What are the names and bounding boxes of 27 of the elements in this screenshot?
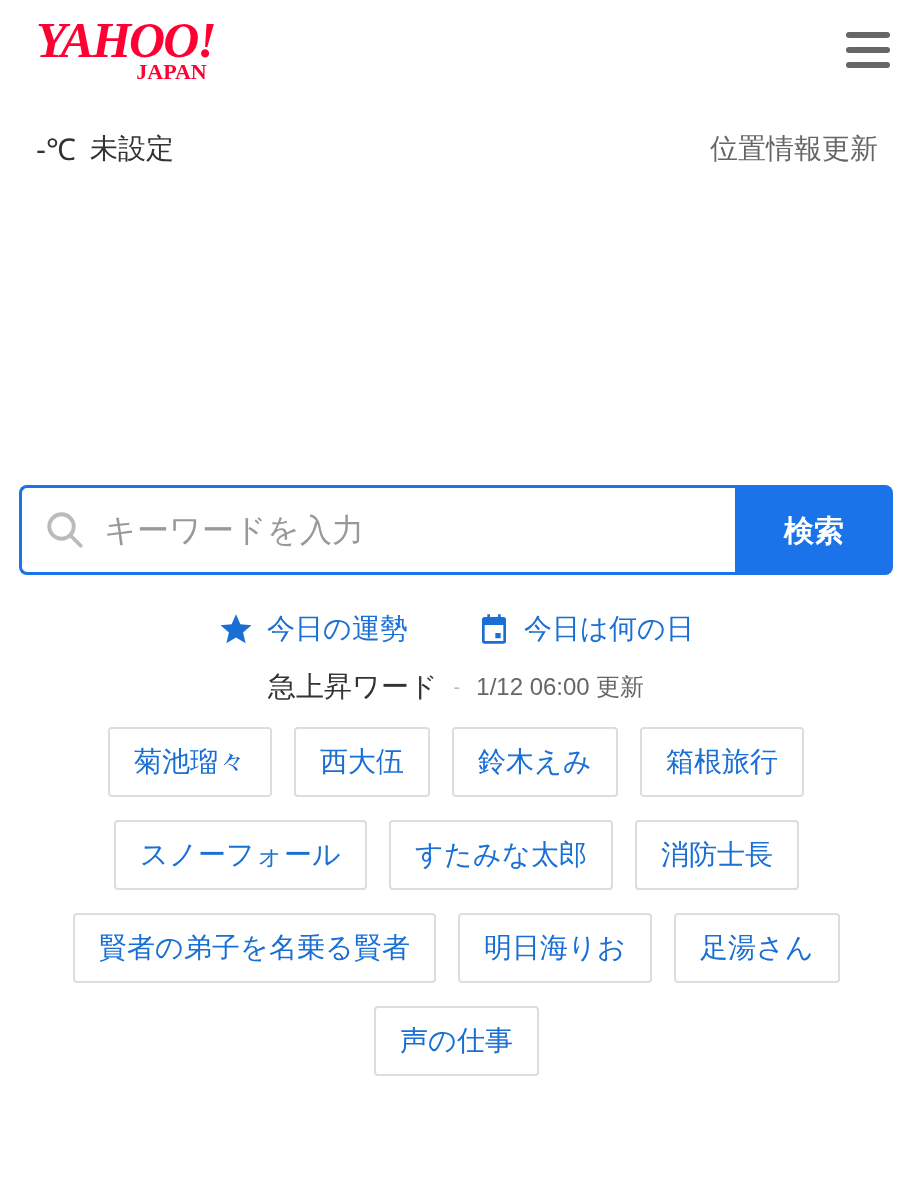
location-text: 未設定 <box>90 132 174 166</box>
trending-tag[interactable]: 賢者の弟子を名乗る賢者 <box>72 913 436 983</box>
trending-tag[interactable]: 菊池瑠々 <box>108 727 272 797</box>
logo-subtext: JAPAN <box>136 62 207 82</box>
quick-link[interactable]: 今日の運勢 <box>266 608 408 650</box>
search-box[interactable]: キーワードを入力 <box>19 485 735 575</box>
trending-tag[interactable]: 足湯さん <box>673 913 840 983</box>
temperature-text: -℃ <box>36 131 76 168</box>
separator-text: - <box>453 675 461 700</box>
trending-tag[interactable]: すたみな太郎 <box>388 820 613 890</box>
update-time-text: 1/12 06:00 更新 <box>476 672 645 702</box>
logo-text[interactable]: YAHOO! <box>36 18 215 62</box>
trending-tag[interactable]: 声の仕事 <box>373 1006 539 1076</box>
menu-icon[interactable] <box>846 32 890 68</box>
trending-title: 急上昇ワード <box>267 670 438 704</box>
quick-link[interactable]: 今日は何の日 <box>523 608 694 650</box>
trending-tag[interactable]: スノーフォール <box>113 820 367 890</box>
star-icon <box>218 612 253 646</box>
trending-tag[interactable]: 箱根旅行 <box>640 727 804 797</box>
trending-tag[interactable]: 消防士長 <box>634 820 799 890</box>
location-update-link[interactable]: 位置情報更新 <box>710 128 878 170</box>
search-input[interactable]: キーワードを入力 <box>104 488 735 572</box>
search-button[interactable]: 検索 <box>735 485 893 575</box>
trending-tag[interactable]: 明日海りお <box>457 913 652 983</box>
trending-tag[interactable]: 西大伍 <box>294 727 430 797</box>
trending-tag[interactable]: 鈴木えみ <box>452 727 618 797</box>
search-icon <box>44 509 86 551</box>
